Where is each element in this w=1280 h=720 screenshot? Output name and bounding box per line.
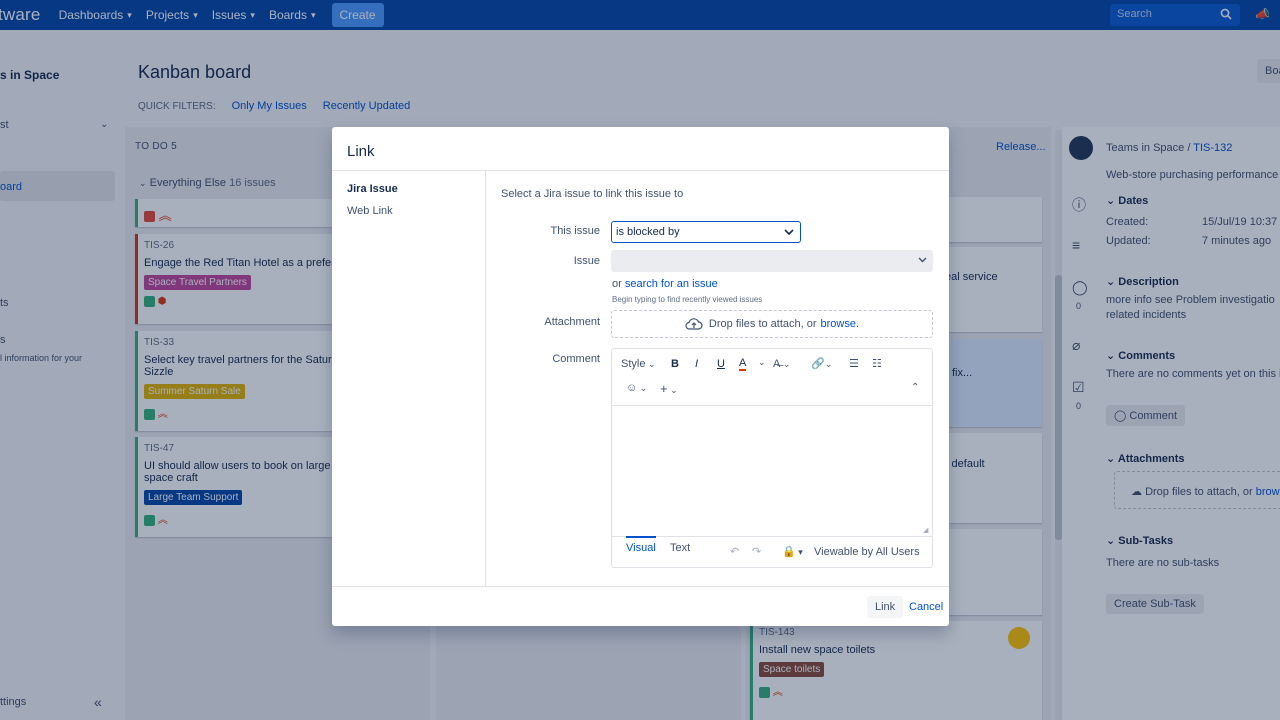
cloud-upload-icon — [685, 318, 703, 330]
text-color-button[interactable]: A — [739, 358, 747, 371]
tab-visual[interactable]: Visual — [626, 542, 656, 554]
issue-label: Issue — [573, 255, 600, 267]
comment-textarea[interactable] — [612, 405, 932, 537]
tab-text[interactable]: Text — [670, 542, 690, 554]
browse-link[interactable]: browse. — [821, 318, 860, 330]
this-issue-label: This issue — [550, 225, 600, 237]
link-type-value: is blocked by — [616, 226, 680, 238]
active-tab-indicator — [626, 536, 656, 538]
visibility-text: Viewable by All Users — [814, 546, 920, 558]
dialog-title: Link — [347, 143, 375, 160]
redo-icon[interactable]: ↷ — [752, 545, 761, 558]
resize-handle-icon[interactable]: ◢ — [923, 526, 928, 534]
comment-editor: Style ⌄ B I U A ⌄ A̶ ⌄ 🔗⌄ ☰ ☷ ☺ ⌄ + ⌄ ⌃ … — [611, 348, 933, 568]
dropzone-text: Drop files to attach, or — [708, 318, 817, 330]
divider — [332, 586, 949, 587]
link-icon[interactable]: 🔗⌄ — [811, 357, 832, 370]
insert-more-icon[interactable]: + ⌄ — [660, 381, 678, 396]
chevron-down-icon: ⌄ — [645, 359, 656, 369]
lock-icon[interactable]: 🔒 ▾ — [782, 545, 803, 558]
style-dropdown-label: Style — [621, 358, 646, 370]
nav-web-link[interactable]: Web Link — [347, 205, 393, 217]
search-for-issue-link[interactable]: search for an issue — [625, 278, 718, 290]
emoji-icon[interactable]: ☺ ⌄ — [626, 382, 647, 394]
style-dropdown[interactable]: Style ⌄ — [621, 358, 656, 370]
nav-jira-issue[interactable]: Jira Issue — [347, 183, 398, 195]
underline-button[interactable]: U — [717, 358, 725, 370]
numbered-list-icon[interactable]: ☷ — [872, 357, 882, 370]
cancel-button[interactable]: Cancel — [909, 601, 943, 613]
italic-button[interactable]: I — [695, 358, 698, 370]
link-dialog: Link Jira Issue Web Link Select a Jira i… — [332, 127, 949, 626]
link-type-nav: Jira Issue Web Link — [332, 171, 486, 586]
chevron-down-icon — [784, 229, 794, 236]
comment-label: Comment — [552, 353, 600, 365]
undo-icon[interactable]: ↶ — [730, 545, 739, 558]
search-issue-line: or search for an issue — [612, 278, 718, 290]
chevron-down-icon — [918, 257, 927, 263]
collapse-toolbar-icon[interactable]: ⌃ — [911, 382, 919, 393]
link-button[interactable]: Link — [867, 596, 904, 618]
link-type-select[interactable]: is blocked by — [611, 221, 801, 243]
attachment-dropzone[interactable]: Drop files to attach, or browse. — [611, 310, 933, 338]
attachment-label: Attachment — [544, 316, 600, 328]
issue-picker[interactable] — [611, 250, 933, 272]
issue-picker-hint: Begin typing to find recently viewed iss… — [612, 295, 763, 304]
search-prefix: or — [612, 278, 622, 290]
text-format-icon[interactable]: A̶ ⌄ — [773, 358, 790, 370]
dialog-intro: Select a Jira issue to link this issue t… — [501, 188, 684, 200]
bold-button[interactable]: B — [671, 358, 679, 370]
chevron-down-icon[interactable]: ⌄ — [758, 357, 766, 368]
bullet-list-icon[interactable]: ☰ — [849, 357, 859, 370]
